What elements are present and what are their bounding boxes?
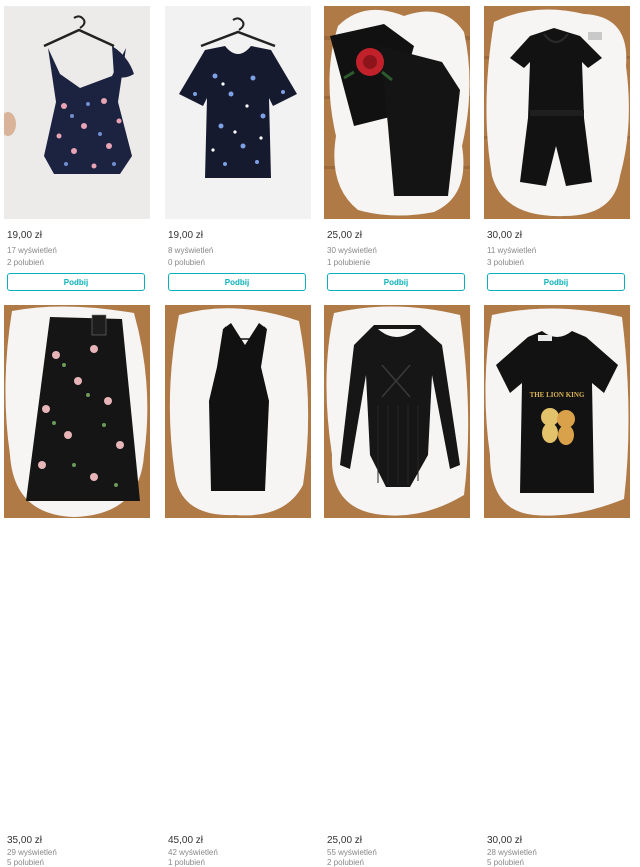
item-likes: 2 polubień — [327, 858, 364, 867]
item-price: 19,00 zł — [168, 230, 204, 241]
item-price: 30,00 zł — [487, 230, 523, 241]
item-photo-floral-blouse[interactable] — [165, 6, 311, 219]
item-likes: 5 polubień — [7, 858, 44, 867]
item-likes: 2 polubień — [7, 258, 44, 267]
item-views: 29 wyświetleń — [7, 848, 57, 857]
item-price: 19,00 zł — [7, 230, 43, 241]
bump-button[interactable]: Podbij — [487, 273, 625, 291]
bump-button[interactable]: Podbij — [7, 273, 145, 291]
item-price: 25,00 zł — [327, 230, 363, 241]
item-photo-black-dress[interactable] — [165, 305, 311, 518]
item-photo-black-playsuit[interactable] — [484, 6, 630, 219]
item-price: 35,00 zł — [7, 835, 43, 846]
item-photo-rose-romper[interactable] — [324, 6, 470, 219]
item-price: 30,00 zł — [487, 835, 523, 846]
bump-button[interactable]: Podbij — [168, 273, 306, 291]
item-photo-floral-skirt[interactable] — [4, 305, 150, 518]
item-price: 45,00 zł — [168, 835, 204, 846]
item-likes: 1 polubienie — [327, 258, 371, 267]
item-views: 8 wyświetleń — [168, 246, 214, 255]
item-views: 17 wyświetleń — [7, 246, 57, 255]
item-views: 30 wyświetleń — [327, 246, 377, 255]
bump-button[interactable]: Podbij — [327, 273, 465, 291]
item-likes: 1 polubień — [168, 858, 205, 867]
item-likes: 5 polubień — [487, 858, 524, 867]
tshirt-logo-text: THE LION KING — [530, 391, 585, 399]
item-views: 11 wyświetleń — [487, 246, 537, 255]
item-photo-floral-top[interactable] — [4, 6, 150, 219]
listing-grid: 19,00 zł 17 wyświetleń 2 polubień Podbij — [0, 0, 640, 867]
item-likes: 3 polubień — [487, 258, 524, 267]
item-photo-velvet-bodysuit[interactable] — [324, 305, 470, 518]
item-views: 42 wyświetleń — [168, 848, 218, 857]
item-likes: 0 polubień — [168, 258, 205, 267]
item-photo-lion-king-tshirt[interactable]: THE LION KING — [484, 305, 630, 518]
item-views: 28 wyświetleń — [487, 848, 537, 857]
item-price: 25,00 zł — [327, 835, 363, 846]
item-views: 55 wyświetleń — [327, 848, 377, 857]
